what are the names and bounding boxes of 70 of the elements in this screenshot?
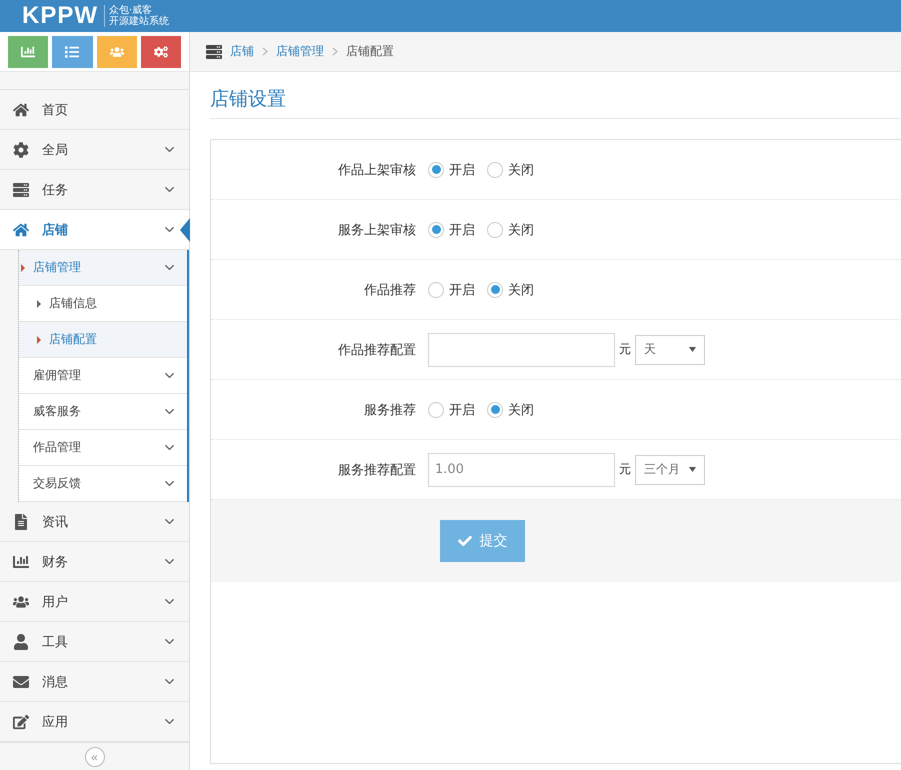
- caret-icon: [21, 264, 25, 272]
- edit-icon: [13, 714, 29, 730]
- list-icon: [206, 44, 222, 60]
- radio-button[interactable]: [487, 282, 503, 298]
- submenu-item[interactable]: 雇佣管理: [19, 358, 187, 394]
- bar-chart-icon: [21, 45, 36, 59]
- user-icon: [13, 634, 29, 650]
- radio-option[interactable]: 关闭: [487, 400, 534, 418]
- envelope-icon: [13, 674, 29, 690]
- field-label: 服务推荐配置: [337, 462, 417, 478]
- breadcrumb-item[interactable]: 店铺: [230, 43, 254, 60]
- shortcut-button[interactable]: [52, 36, 92, 68]
- radio-button[interactable]: [428, 222, 444, 238]
- radio-option[interactable]: 开启: [428, 400, 475, 418]
- check-icon: [458, 534, 472, 548]
- radio-button[interactable]: [428, 162, 444, 178]
- users-icon: [110, 45, 124, 59]
- chevron-icon: [332, 47, 338, 56]
- slogan: 众包·威客: [109, 5, 152, 16]
- caret-icon: [689, 347, 696, 352]
- logo: KPPW: [22, 2, 98, 30]
- gears-icon: [154, 45, 168, 59]
- radio-button[interactable]: [487, 402, 503, 418]
- radio-button[interactable]: [487, 222, 503, 238]
- radio-option[interactable]: 开启: [428, 280, 475, 298]
- document-icon: [13, 514, 29, 530]
- field-label: 服务上架审核: [337, 222, 417, 238]
- field-label: 服务推荐: [363, 402, 417, 418]
- submenu-item[interactable]: 店铺信息: [19, 286, 187, 322]
- breadcrumb-item[interactable]: 店铺管理: [276, 43, 324, 60]
- period-dropdown[interactable]: 天: [635, 334, 705, 364]
- radio-button[interactable]: [428, 402, 444, 418]
- submenu-item[interactable]: 店铺配置: [19, 322, 187, 358]
- period-dropdown[interactable]: 三个月: [635, 454, 705, 484]
- submenu-item[interactable]: 店铺管理: [19, 250, 187, 286]
- caret-icon: [37, 300, 41, 308]
- price-field[interactable]: 1.00: [428, 452, 615, 486]
- sidebar-item[interactable]: 店铺: [0, 210, 189, 250]
- price-field[interactable]: [428, 332, 615, 366]
- radio-option[interactable]: 关闭: [487, 280, 534, 298]
- list-icon: [65, 45, 80, 59]
- radio-option[interactable]: 开启: [428, 160, 475, 178]
- radio-button[interactable]: [428, 282, 444, 298]
- radio-option[interactable]: 开启: [428, 220, 475, 238]
- submenu-item[interactable]: 交易反馈: [19, 466, 187, 502]
- shortcut-button[interactable]: [8, 36, 48, 68]
- radio-option[interactable]: 关闭: [487, 220, 534, 238]
- radio-option[interactable]: 关闭: [487, 160, 534, 178]
- shortcut-button[interactable]: [96, 36, 137, 68]
- list-icon: [13, 182, 29, 198]
- caret-icon: [689, 467, 696, 472]
- home-icon: [13, 102, 29, 118]
- radio-button[interactable]: [487, 162, 503, 178]
- submenu-item[interactable]: 作品管理: [19, 430, 187, 466]
- users-icon: [13, 594, 29, 610]
- field-label: 作品推荐: [363, 282, 417, 298]
- unit-label: 元: [619, 461, 631, 478]
- subtitle: 开源建站系统: [109, 16, 169, 27]
- page-title: 店铺设置: [210, 86, 901, 119]
- breadcrumb-item: 店铺配置: [346, 43, 394, 60]
- chevron-icon: [262, 47, 268, 56]
- caret-icon: [37, 336, 41, 344]
- gear-icon: [13, 142, 29, 158]
- field-label: 作品推荐配置: [337, 342, 417, 358]
- unit-label: 元: [619, 341, 631, 358]
- home-icon: [13, 222, 29, 238]
- shortcut-button[interactable]: [140, 36, 181, 68]
- bar-chart-icon: [13, 554, 29, 570]
- submenu-item[interactable]: 威客服务: [19, 394, 187, 430]
- field-label: 作品上架审核: [337, 162, 417, 178]
